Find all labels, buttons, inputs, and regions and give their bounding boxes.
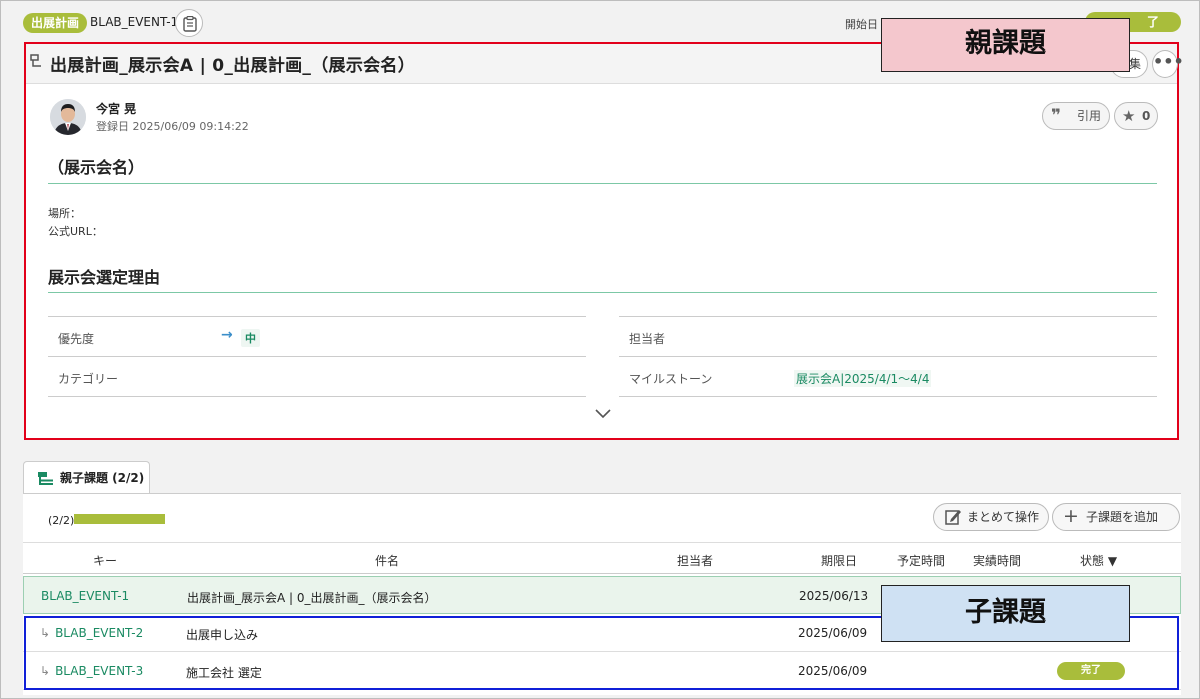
- divider: [48, 396, 586, 397]
- page-title: 出展計画_展示会A | 0_出展計画_（展示会名）: [50, 56, 416, 76]
- row-key[interactable]: BLAB_EVENT-2: [55, 626, 143, 640]
- edit-pencil-icon: [945, 510, 961, 525]
- tab-label: 親子課題 (2/2): [60, 471, 145, 485]
- row-summary[interactable]: 施工会社 選定: [186, 664, 262, 681]
- column-assignee[interactable]: 担当者: [677, 552, 713, 569]
- priority-label: 優先度: [58, 332, 95, 346]
- milestone-label: マイルストーン: [629, 372, 713, 386]
- parent-issue-panel: 出展計画_展示会A | 0_出展計画_（展示会名） 集 ••• 今宮 晃 登録日…: [24, 42, 1184, 440]
- star-count: 0: [1142, 109, 1151, 123]
- row-key[interactable]: BLAB_EVENT-3: [55, 664, 143, 678]
- chevron-down-icon[interactable]: [594, 408, 612, 420]
- quote-label: 引用: [1077, 109, 1102, 123]
- copy-key-button[interactable]: [175, 9, 203, 37]
- created-date: 登録日 2025/06/09 09:14:22: [96, 120, 249, 133]
- column-planned-hours[interactable]: 予定時間: [897, 552, 945, 569]
- author-name[interactable]: 今宮 晃: [96, 100, 136, 117]
- heading-rule: [48, 183, 1157, 184]
- clipboard-icon: [183, 16, 197, 32]
- quote-button[interactable]: ❞ 引用: [1042, 102, 1110, 130]
- batch-operation-button[interactable]: まとめて操作: [933, 503, 1049, 531]
- child-issue-annotation: 子課題: [881, 585, 1130, 642]
- child-issues-section: 親子課題 (2/2) (2/2) まとめて操作 + 子課題を追加 キー 件名 担…: [23, 461, 1181, 696]
- parent-child-icon: [30, 54, 41, 67]
- status-text: 了: [1146, 15, 1159, 29]
- description-line-place: 場所：: [48, 207, 81, 220]
- progress-bar: [74, 514, 165, 524]
- category-badge[interactable]: 出展計画: [23, 13, 88, 33]
- child-arrow-icon: ↳: [40, 664, 51, 678]
- category-label: カテゴリー: [58, 372, 119, 386]
- row-summary[interactable]: 出展申し込み: [186, 626, 258, 643]
- arrow-right-icon: →: [221, 327, 233, 343]
- row-due-date: 2025/06/09: [798, 626, 868, 640]
- avatar[interactable]: [50, 99, 86, 135]
- description-line-url: 公式URL：: [48, 225, 103, 238]
- quote-icon: ❞: [1051, 106, 1061, 126]
- parent-issue-annotation: 親課題: [881, 18, 1130, 72]
- table-row[interactable]: ↳ BLAB_EVENT-3 施工会社 選定 2025/06/09 完了: [23, 652, 1181, 690]
- parent-child-icon: [38, 472, 53, 485]
- column-status[interactable]: 状態 ▼: [1080, 552, 1117, 569]
- divider: [619, 396, 1157, 397]
- table-header: キー 件名 担当者 期限日 予定時間 実績時間 状態 ▼: [23, 542, 1181, 574]
- row-key-cell[interactable]: ↳ BLAB_EVENT-2: [40, 626, 143, 640]
- add-child-issue-button[interactable]: + 子課題を追加: [1052, 503, 1180, 531]
- row-key[interactable]: BLAB_EVENT-1: [41, 589, 129, 603]
- status-badge[interactable]: 完了: [1057, 662, 1125, 680]
- row-due-date: 2025/06/09: [798, 664, 868, 678]
- row-key-cell[interactable]: ↳ BLAB_EVENT-3: [40, 664, 143, 678]
- tab-parent-child-issues[interactable]: 親子課題 (2/2): [23, 461, 150, 494]
- divider: [48, 316, 586, 317]
- heading-rule: [48, 292, 1157, 293]
- star-button[interactable]: ★ 0: [1114, 102, 1158, 130]
- more-options-button[interactable]: •••: [1152, 50, 1184, 78]
- assignee-label: 担当者: [629, 332, 666, 346]
- issue-key: BLAB_EVENT-1: [90, 15, 179, 29]
- column-summary[interactable]: 件名: [375, 552, 399, 569]
- start-date-label: 開始日: [845, 18, 878, 31]
- milestone-value[interactable]: 展示会A|2025/4/1〜4/4: [794, 370, 932, 387]
- row-due-date: 2025/06/13: [799, 589, 869, 603]
- column-key[interactable]: キー: [93, 552, 117, 569]
- add-child-issue-label: 子課題を追加: [1086, 510, 1159, 524]
- progress-fill: [74, 514, 165, 524]
- star-icon: ★: [1122, 107, 1136, 125]
- divider: [619, 316, 1157, 317]
- batch-operation-label: まとめて操作: [967, 510, 1040, 524]
- child-arrow-icon: ↳: [40, 626, 51, 640]
- description-heading-2: 展示会選定理由: [48, 268, 161, 287]
- column-actual-hours[interactable]: 実績時間: [973, 552, 1021, 569]
- divider: [48, 356, 586, 357]
- window: 出展計画 BLAB_EVENT-1 開始日 了 出展計画_展示会A | 0_出展…: [0, 0, 1200, 699]
- divider: [619, 356, 1157, 357]
- priority-value[interactable]: 中: [241, 329, 260, 347]
- user-portrait-icon: [50, 99, 86, 135]
- plus-icon: +: [1063, 505, 1079, 527]
- progress-label: (2/2): [48, 514, 75, 527]
- description-heading-1: （展示会名）: [48, 158, 145, 177]
- row-summary[interactable]: 出展計画_展示会A | 0_出展計画_（展示会名）: [187, 589, 437, 606]
- column-due-date[interactable]: 期限日: [821, 552, 857, 569]
